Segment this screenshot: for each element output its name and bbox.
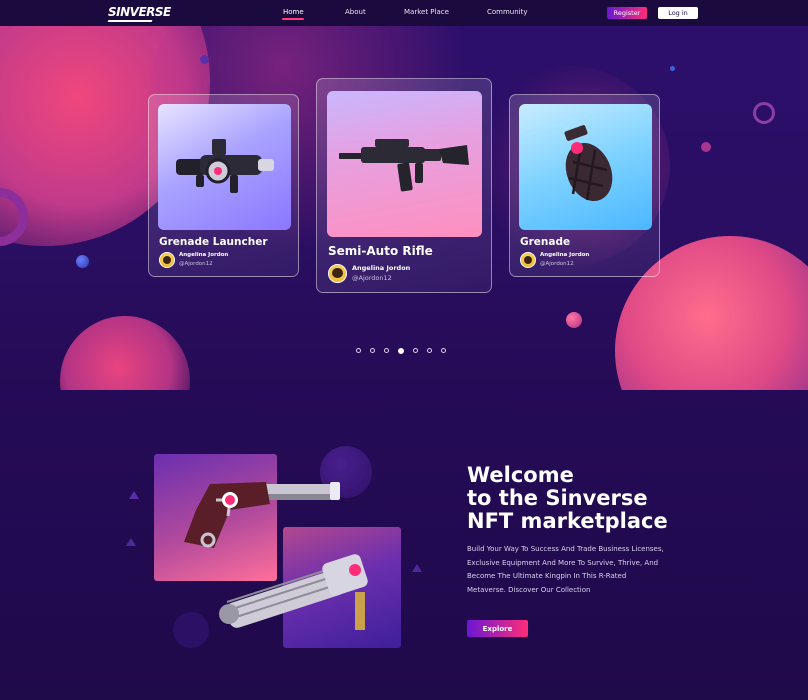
nav-active-indicator — [282, 18, 304, 20]
carousel-dot[interactable] — [356, 348, 361, 353]
decor-triangle — [129, 491, 139, 499]
register-button[interactable]: Register — [607, 7, 647, 19]
nft-card[interactable]: Grenade Angelina Jordon @Ajordon12 — [509, 94, 660, 277]
avatar — [328, 263, 347, 283]
welcome-heading: Welcome to the Sinverse NFT marketplace — [467, 463, 668, 533]
nft-card-title: Semi-Auto Rifle — [328, 244, 433, 258]
decor-orb — [60, 316, 190, 390]
avatar — [159, 252, 175, 268]
nft-card[interactable]: Grenade Launcher Angelina Jordon @Ajordo… — [148, 94, 299, 277]
author-name: Angelina Jordon — [179, 252, 229, 258]
author-name: Angelina Jordon — [540, 252, 590, 258]
explore-button[interactable]: Explore — [467, 620, 528, 637]
nft-card-author: Angelina Jordon @Ajordon12 — [520, 251, 589, 269]
decor-triangle — [126, 538, 136, 546]
carousel-dot[interactable] — [413, 348, 418, 353]
nft-card-title: Grenade Launcher — [159, 236, 268, 248]
nav-about[interactable]: About — [345, 8, 366, 16]
top-nav: SINVERSE Home About Market Place Communi… — [0, 0, 808, 26]
decor-dot — [566, 312, 582, 328]
welcome-description: Build Your Way To Success And Trade Busi… — [467, 545, 664, 594]
rifle-icon — [338, 139, 469, 192]
carousel-dot[interactable] — [427, 348, 432, 353]
carousel-dot[interactable] — [370, 348, 375, 353]
grenade-launcher-icon — [175, 139, 274, 193]
decor-dot — [701, 142, 711, 152]
nft-card-title: Grenade — [520, 236, 571, 248]
author-handle: @Ajordon12 — [540, 261, 574, 267]
avatar — [520, 252, 536, 268]
nft-card-author: Angelina Jordon @Ajordon12 — [328, 263, 410, 283]
decor-dot — [670, 66, 675, 71]
author-handle: @Ajordon12 — [179, 261, 213, 267]
carousel-pagination — [356, 347, 446, 354]
nft-card-image — [158, 104, 291, 230]
minigun-icon — [219, 554, 368, 630]
decor-ring — [753, 102, 775, 124]
decor-dot — [76, 255, 89, 268]
decor-dot — [173, 612, 209, 648]
nft-card-image — [519, 104, 652, 230]
carousel-dot[interactable] — [384, 348, 389, 353]
author-handle: @Ajordon12 — [352, 274, 392, 282]
nft-card-image — [327, 91, 482, 237]
carousel-dot[interactable] — [441, 348, 446, 353]
decor-triangle — [412, 564, 422, 572]
author-name: Angelina Jordon — [352, 264, 411, 272]
nav-market-place[interactable]: Market Place — [404, 8, 449, 16]
nft-card-featured[interactable]: Semi-Auto Rifle Angelina Jordon @Ajordon… — [316, 78, 492, 293]
decor-dot — [200, 55, 209, 64]
grenade-icon — [564, 125, 612, 202]
nft-card-author: Angelina Jordon @Ajordon12 — [159, 251, 228, 269]
logo[interactable]: SINVERSE — [107, 5, 171, 22]
login-button[interactable]: Log in — [658, 7, 698, 19]
nav-home[interactable]: Home — [283, 8, 304, 16]
carousel-dot-active[interactable] — [398, 347, 404, 354]
hero-section: Grenade Launcher Angelina Jordon @Ajordo… — [0, 26, 808, 390]
welcome-section — [0, 390, 808, 700]
nav-community[interactable]: Community — [487, 8, 528, 16]
